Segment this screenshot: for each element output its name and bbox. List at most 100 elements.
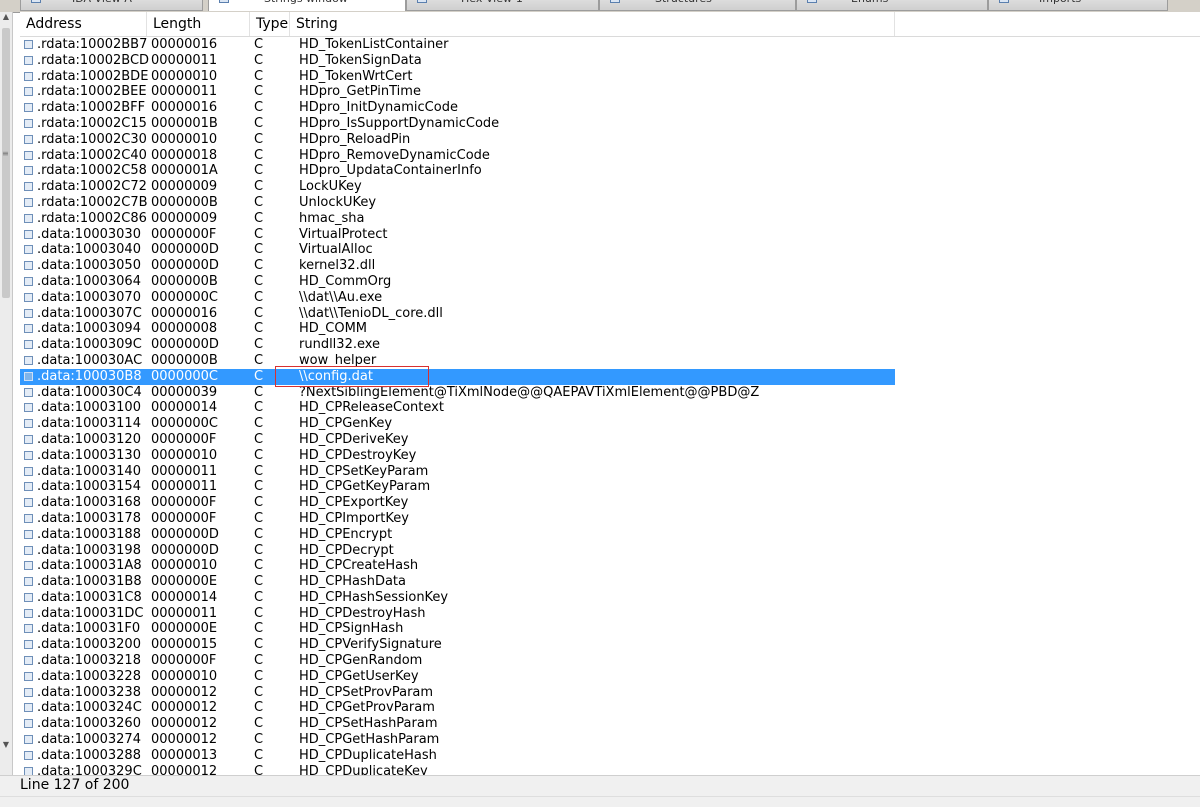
length-cell: 00000010 [151, 668, 218, 684]
string-cell: HD_TokenListContainer [299, 37, 449, 52]
table-row[interactable]: .data:10003178 0000000F C HD_CPImportKey [20, 511, 895, 527]
string-cell: HDpro_IsSupportDynamicCode [299, 115, 500, 131]
tab-enums[interactable]: Enums [796, 0, 988, 11]
tab-strings-window[interactable]: Strings window [208, 0, 406, 11]
address-cell: .data:100031F0 [37, 621, 141, 637]
address-cell: .data:10003260 [37, 716, 141, 732]
string-item-icon [24, 150, 33, 160]
tab-structures[interactable]: Structures [599, 0, 796, 11]
table-row[interactable]: .data:10003064 0000000B C HD_CommOrg [20, 274, 895, 290]
table-row[interactable]: .data:1000307C 00000016 C \\dat\\TenioDL_co… [20, 306, 895, 322]
table-row[interactable]: .data:10003120 0000000F C HD_CPDeriveKey [20, 432, 895, 448]
table-row[interactable]: .data:10003238 00000012 C HD_CPSetProvParam [20, 685, 895, 701]
table-row[interactable]: .data:100031B8 0000000E C HD_CPHashData [20, 574, 895, 590]
length-cell: 0000000E [151, 621, 218, 637]
length-cell: 00000016 [151, 305, 218, 321]
scrollbar-thumb[interactable] [2, 28, 10, 298]
tab-hex-view-1[interactable]: Hex View-1 [406, 0, 599, 11]
table-row[interactable]: .data:10003130 00000010 C HD_CPDestroyKey [20, 448, 895, 464]
table-row[interactable]: .data:10003050 0000000D Ckernel32.dll [20, 258, 895, 274]
table-row[interactable]: .data:10003094 00000008 C HD_COMM [20, 321, 895, 337]
table-row[interactable]: .data:100031A8 00000010 C HD_CPCreateHash [20, 558, 895, 574]
column-header-length[interactable]: Length [147, 12, 250, 36]
table-row[interactable]: .rdata:10002C30 00000010 C HDpro_ReloadPin [20, 132, 895, 148]
table-row[interactable]: .data:100030AC 0000000B Cwow_helper [20, 353, 895, 369]
left-scrollbar[interactable]: ▲ ≡ ▼ [0, 12, 13, 775]
address-cell: .data:10003070 [37, 289, 141, 305]
string-item-icon [24, 466, 33, 476]
string-item-icon [24, 671, 33, 681]
table-row[interactable]: .rdata:10002C86 00000009 Chmac_sha [20, 211, 895, 227]
type-cell: C [254, 115, 264, 131]
table-row[interactable]: .rdata:10002C7B 0000000B C UnlockUKey [20, 195, 895, 211]
string-item-icon [24, 355, 33, 365]
tab-imports[interactable]: Imports [988, 0, 1168, 11]
length-cell: 00000012 [151, 700, 218, 716]
type-cell: C [254, 526, 264, 542]
column-header-string[interactable]: String [290, 12, 895, 36]
column-header-address[interactable]: Address [20, 12, 147, 36]
table-row[interactable]: .rdata:10002BCD 00000011 C HD_TokenSignData [20, 53, 895, 69]
table-row[interactable]: .data:100031F0 0000000E C HD_CPSignHash [20, 621, 895, 637]
table-row[interactable]: .data:10003040 0000000D C VirtualAlloc [20, 242, 895, 258]
table-row[interactable]: .data:100030C4 00000039 C ?NextSiblingEleme… [20, 385, 895, 401]
string-cell: VirtualProtect [299, 226, 388, 242]
table-row[interactable]: .rdata:10002BFF 00000016 C HDpro_InitDynami… [20, 100, 895, 116]
tab-ida-view-a[interactable]: IDA View-A [20, 0, 203, 11]
table-row-selected[interactable]: .data:100030B8 0000000C C \\config.dat [20, 368, 895, 385]
table-row[interactable]: .data:10003114 0000000C C HD_CPGenKey [20, 416, 895, 432]
table-row[interactable]: .data:1000329C 00000012 C HD_CPDuplicateKey [20, 764, 895, 775]
scroll-down-icon[interactable]: ▼ [1, 740, 11, 749]
address-cell: .data:10003228 [37, 668, 141, 684]
length-cell: 00000011 [151, 463, 218, 479]
string-cell: HD_CPDeriveKey [299, 431, 409, 447]
table-row[interactable]: .data:1000309C 0000000D Crundll32.exe [20, 337, 895, 353]
address-cell: .data:10003218 [37, 653, 141, 669]
table-row[interactable]: .data:100031DC 00000011 C HD_CPDestroyHash [20, 606, 895, 622]
column-header-type[interactable]: Type [250, 12, 290, 36]
string-item-icon [24, 197, 33, 207]
table-row[interactable]: .data:10003288 00000013 C HD_CPDuplicateHas… [20, 748, 895, 764]
table-row[interactable]: .rdata:10002C15 0000001B C HDpro_IsSupportD… [20, 116, 895, 132]
table-row[interactable]: .rdata:10002C40 00000018 C HDpro_RemoveDyna… [20, 148, 895, 164]
table-row[interactable]: .data:10003228 00000010 C HD_CPGetUserKey [20, 669, 895, 685]
table-row[interactable]: .rdata:10002C72 00000009 C LockUKey [20, 179, 895, 195]
length-cell: 00000012 [151, 732, 218, 748]
table-row[interactable]: .data:10003168 0000000F C HD_CPExportKey [20, 495, 895, 511]
table-row[interactable]: .rdata:10002BDE 00000010 C HD_TokenWrtCert [20, 69, 895, 85]
table-row[interactable]: .rdata:10002C58 0000001A C HDpro_UpdataCont… [20, 163, 895, 179]
table-row[interactable]: .data:10003100 00000014 C HD_CPReleaseConte… [20, 400, 895, 416]
table-row[interactable]: .data:10003188 0000000D C HD_CPEncrypt [20, 527, 895, 543]
table-row[interactable]: .data:10003260 00000012 C HD_CPSetHashParam [20, 716, 895, 732]
tab-view-icon [417, 0, 427, 3]
table-row[interactable]: .data:10003140 00000011 C HD_CPSetKeyParam [20, 464, 895, 480]
type-cell: C [254, 368, 264, 384]
string-item-icon [24, 719, 33, 729]
string-item-icon [24, 529, 33, 539]
grip-icon: ≡ [2, 149, 9, 158]
table-row[interactable]: .data:10003198 0000000D C HD_CPDecrypt [20, 543, 895, 559]
length-cell: 00000010 [151, 447, 218, 463]
table-row[interactable]: .data:10003154 00000011 C HD_CPGetKeyParam [20, 479, 895, 495]
string-cell: ?NextSiblingElement@TiXmlNode@@QAEPAVTiX… [299, 384, 760, 400]
table-row[interactable]: .rdata:10002BB7 00000016 C HD_TokenListCont… [20, 37, 895, 53]
table-row[interactable]: .data:10003218 0000000F C HD_CPGenRandom [20, 653, 895, 669]
table-row[interactable]: .data:10003070 0000000C C \\dat\\Au.exe [20, 290, 895, 306]
table-row[interactable]: .data:10003274 00000012 C HD_CPGetHashParam [20, 732, 895, 748]
table-row[interactable]: .data:10003030 0000000F C VirtualProtect [20, 227, 895, 243]
address-cell: .rdata:10002BCD [37, 52, 150, 68]
string-cell: HD_CPSetKeyParam [299, 463, 429, 479]
table-row[interactable]: .data:100031C8 00000014 C HD_CPHashSessionK… [20, 590, 895, 606]
length-cell: 00000039 [151, 384, 218, 400]
table-row[interactable]: .rdata:10002BEE 00000011 C HDpro_GetPinTime [20, 84, 895, 100]
type-cell: C [254, 400, 264, 416]
string-cell: HD_CPGetHashParam [299, 732, 440, 748]
scroll-up-icon[interactable]: ▲ [1, 12, 11, 21]
address-cell: .data:10003178 [37, 510, 141, 526]
length-cell: 00000011 [151, 52, 218, 68]
string-item-icon [24, 71, 33, 81]
type-cell: C [254, 621, 264, 637]
type-cell: C [254, 147, 264, 163]
table-row[interactable]: .data:1000324C 00000012 C HD_CPGetProvParam [20, 700, 895, 716]
table-row[interactable]: .data:10003200 00000015 C HD_CPVerifySignat… [20, 637, 895, 653]
